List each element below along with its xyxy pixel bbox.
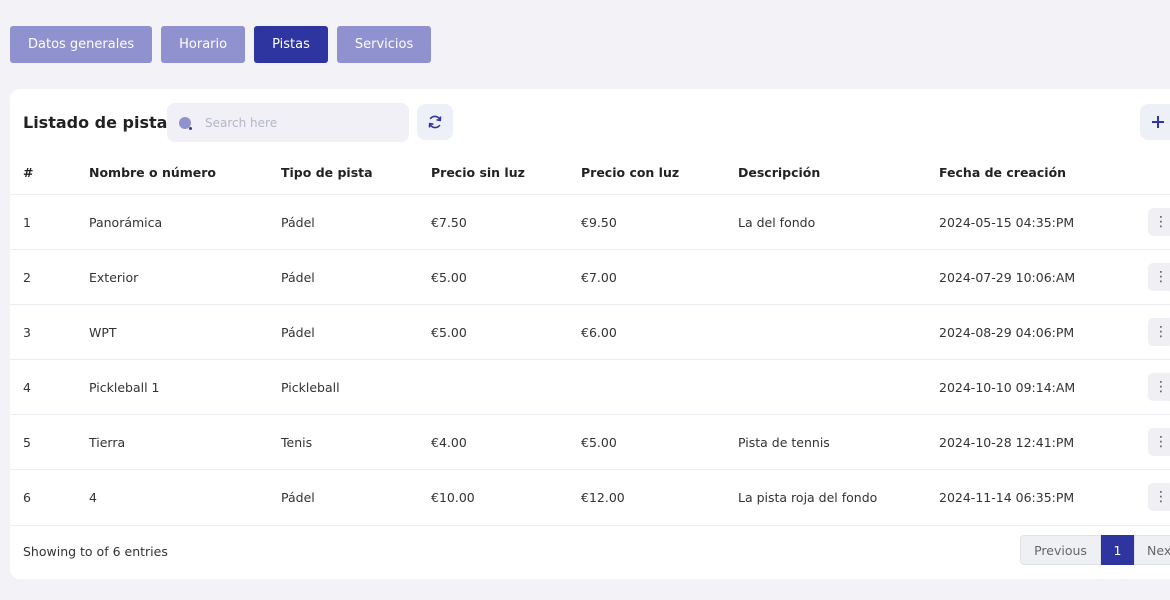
cell-price-no-light: €10.00 — [431, 490, 475, 505]
cell-name: Pickleball 1 — [89, 380, 160, 395]
column-header-name[interactable]: Nombre o número — [89, 165, 216, 180]
cell-description: Pista de tennis — [738, 435, 830, 450]
column-header-type[interactable]: Tipo de pista — [281, 165, 373, 180]
column-header-price-light[interactable]: Precio con luz — [581, 165, 679, 180]
row-divider — [10, 359, 1170, 360]
cell-id: 1 — [23, 215, 31, 230]
cell-description: La pista roja del fondo — [738, 490, 878, 505]
column-header-number[interactable]: # — [23, 165, 33, 180]
courts-card: Listado de pista # Nombre o número Tipo … — [10, 89, 1170, 579]
header-divider — [10, 194, 1170, 195]
row-divider — [10, 469, 1170, 470]
cell-created: 2024-07-29 10:06:AM — [939, 270, 1076, 285]
tab-pistas[interactable]: Pistas — [254, 26, 328, 63]
search-input[interactable] — [203, 114, 387, 131]
cell-price-light: €12.00 — [581, 490, 625, 505]
previous-page-button[interactable]: Previous — [1020, 535, 1101, 565]
cell-price-no-light: €7.50 — [431, 215, 467, 230]
cell-price-no-light: €5.00 — [431, 325, 467, 340]
row-divider — [10, 414, 1170, 415]
cell-name: Exterior — [89, 270, 139, 285]
row-actions-button[interactable]: ⋮ — [1148, 318, 1170, 346]
cell-name: 4 — [89, 490, 97, 505]
row-actions-button[interactable]: ⋮ — [1148, 428, 1170, 456]
row-divider — [10, 304, 1170, 305]
add-court-button[interactable] — [1140, 104, 1170, 140]
pagination: Previous 1 Next — [1020, 535, 1170, 565]
cell-type: Pádel — [281, 325, 315, 340]
cell-id: 3 — [23, 325, 31, 340]
cell-id: 6 — [23, 490, 31, 505]
tab-horario[interactable]: Horario — [161, 26, 246, 63]
more-vertical-icon: ⋮ — [1154, 434, 1168, 450]
cell-name: Tierra — [89, 435, 126, 450]
more-vertical-icon: ⋮ — [1154, 324, 1168, 340]
row-actions-button[interactable]: ⋮ — [1148, 263, 1170, 291]
entries-info: Showing to of 6 entries — [23, 544, 168, 559]
cell-description: La del fondo — [738, 215, 816, 230]
column-header-created[interactable]: Fecha de creación — [939, 165, 1066, 180]
cell-type: Tenis — [281, 435, 313, 450]
cell-price-light: €7.00 — [581, 270, 617, 285]
cell-price-no-light: €5.00 — [431, 270, 467, 285]
row-actions-button[interactable]: ⋮ — [1148, 483, 1170, 511]
refresh-icon — [428, 115, 442, 129]
cell-created: 2024-11-14 06:35:PM — [939, 490, 1075, 505]
tab-servicios[interactable]: Servicios — [336, 26, 432, 63]
row-actions-button[interactable]: ⋮ — [1148, 208, 1170, 236]
search-icon — [179, 116, 192, 130]
cell-type: Pickleball — [281, 380, 340, 395]
card-title: Listado de pista — [23, 113, 168, 132]
cell-created: 2024-10-28 12:41:PM — [939, 435, 1075, 450]
tab-bar: Datos generales Horario Pistas Servicios — [10, 26, 432, 63]
column-header-description[interactable]: Descripción — [738, 165, 820, 180]
cell-price-light: €5.00 — [581, 435, 617, 450]
more-vertical-icon: ⋮ — [1154, 379, 1168, 395]
cell-type: Pádel — [281, 270, 315, 285]
cell-type: Pádel — [281, 215, 315, 230]
plus-icon — [1152, 116, 1164, 128]
cell-created: 2024-05-15 04:35:PM — [939, 215, 1075, 230]
cell-price-light: €9.50 — [581, 215, 617, 230]
more-vertical-icon: ⋮ — [1154, 269, 1168, 285]
refresh-button[interactable] — [417, 104, 453, 140]
cell-price-no-light: €4.00 — [431, 435, 467, 450]
more-vertical-icon: ⋮ — [1154, 489, 1168, 505]
cell-name: Panorámica — [89, 215, 163, 230]
tab-datos-generales[interactable]: Datos generales — [10, 26, 153, 63]
row-divider — [10, 249, 1170, 250]
row-actions-button[interactable]: ⋮ — [1148, 373, 1170, 401]
cell-id: 4 — [23, 380, 31, 395]
row-divider — [10, 525, 1170, 526]
search-box — [167, 103, 409, 142]
cell-created: 2024-10-10 09:14:AM — [939, 380, 1076, 395]
cell-price-light: €6.00 — [581, 325, 617, 340]
next-page-button[interactable]: Next — [1134, 535, 1170, 565]
cell-type: Pádel — [281, 490, 315, 505]
page-1-button[interactable]: 1 — [1101, 535, 1134, 565]
cell-created: 2024-08-29 04:06:PM — [939, 325, 1075, 340]
column-header-price-no-light[interactable]: Precio sin luz — [431, 165, 525, 180]
cell-id: 5 — [23, 435, 31, 450]
more-vertical-icon: ⋮ — [1154, 214, 1168, 230]
cell-id: 2 — [23, 270, 31, 285]
cell-name: WPT — [89, 325, 117, 340]
